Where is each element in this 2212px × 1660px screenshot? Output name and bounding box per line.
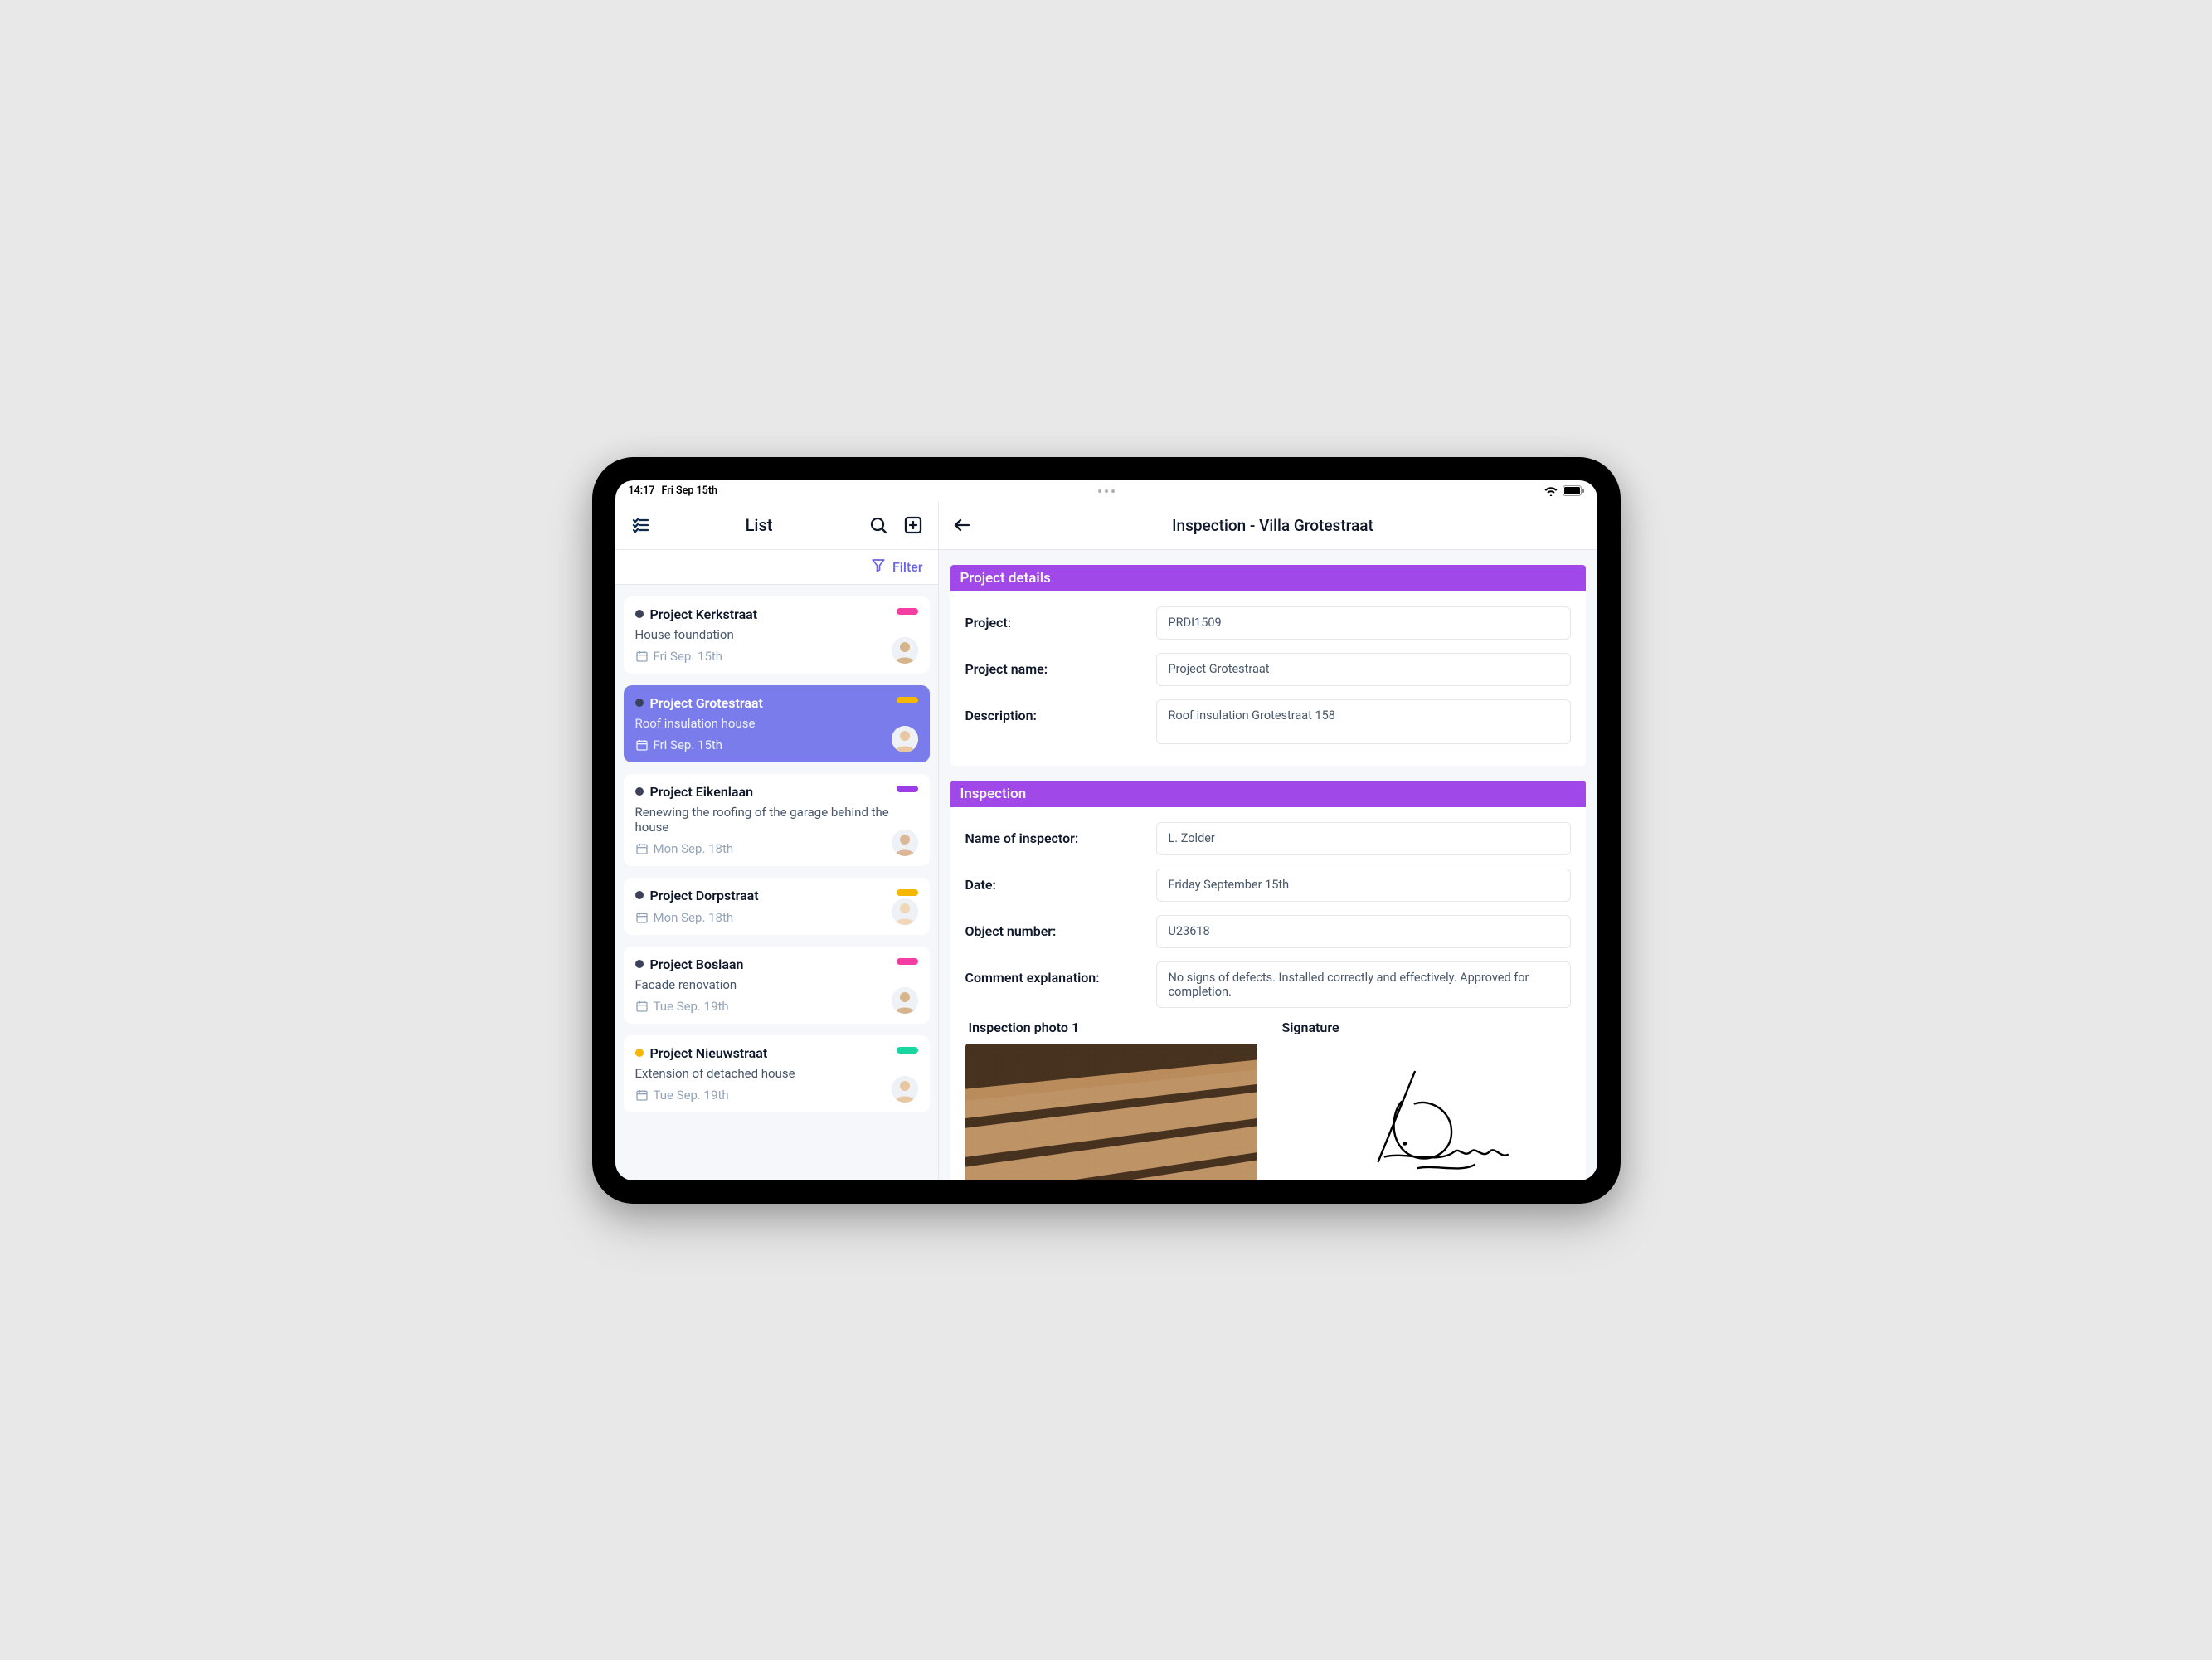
list-item-date: Tue Sep. 19th [654, 1088, 729, 1103]
status-dot-icon [635, 610, 644, 618]
value-inspector[interactable]: L. Zolder [1156, 822, 1571, 855]
search-icon[interactable] [865, 512, 892, 538]
tag-pill-icon [897, 958, 918, 965]
left-panel: List Filter Project Kerkstraat House foun… [615, 502, 939, 1180]
value-date[interactable]: Friday September 15th [1156, 869, 1571, 902]
tag-pill-icon [897, 889, 918, 896]
list-item-title: Project Grotestraat [650, 695, 763, 711]
label-project-name: Project name: [965, 653, 1140, 677]
calendar-icon [635, 738, 649, 752]
value-comment[interactable]: No signs of defects. Installed correctly… [1156, 961, 1571, 1008]
section-header-project-details: Project details [950, 565, 1586, 591]
tag-pill-icon [897, 1047, 918, 1054]
list-item-date-row: Fri Sep. 15th [635, 649, 918, 664]
label-photo: Inspection photo 1 [965, 1020, 1257, 1035]
tablet-frame: 14:17 Fri Sep 15th [592, 457, 1621, 1204]
detail-header: Inspection - Villa Grotestraat [939, 502, 1597, 550]
status-time: 14:17 [629, 484, 655, 497]
avatar [892, 830, 918, 856]
tag-pill-icon [897, 608, 918, 615]
project-list-item[interactable]: Project Dorpstraat Mon Sep. 18th [624, 878, 930, 935]
avatar [892, 987, 918, 1014]
list-item-date: Tue Sep. 19th [654, 999, 729, 1014]
section-inspection: Name of inspector: L. Zolder Date: Frida… [950, 807, 1586, 1180]
list-item-title: Project Kerkstraat [650, 606, 758, 622]
list-item-title: Project Eikenlaan [650, 784, 754, 800]
list-item-date: Fri Sep. 15th [654, 738, 723, 752]
avatar [892, 637, 918, 664]
list-item-date: Mon Sep. 18th [654, 910, 734, 925]
status-date: Fri Sep 15th [661, 484, 717, 497]
project-list-item[interactable]: Project Boslaan Facade renovation Tue Sep.… [624, 947, 930, 1024]
list-item-title: Project Boslaan [650, 957, 744, 972]
status-dot-icon [635, 960, 644, 968]
wifi-icon [1544, 486, 1558, 496]
left-panel-title: List [662, 515, 857, 535]
list-item-date-row: Tue Sep. 19th [635, 1088, 918, 1103]
section-project-details: Project: PRDI1509 Project name: Project … [950, 591, 1586, 766]
menu-list-icon[interactable] [627, 512, 654, 538]
label-signature: Signature [1279, 1020, 1571, 1035]
calendar-icon [635, 650, 649, 663]
tag-pill-icon [897, 786, 918, 792]
calendar-icon [635, 911, 649, 924]
signature-image[interactable] [1279, 1044, 1571, 1180]
label-inspector: Name of inspector: [965, 822, 1140, 846]
tablet-screen: 14:17 Fri Sep 15th [615, 480, 1597, 1180]
filter-label: Filter [892, 559, 923, 575]
project-list-item[interactable]: Project Eikenlaan Renewing the roofing of… [624, 774, 930, 866]
list-item-subtitle: Renewing the roofing of the garage behin… [635, 805, 918, 835]
avatar [892, 1076, 918, 1103]
battery-icon [1563, 485, 1584, 496]
list-item-subtitle: Roof insulation house [635, 716, 918, 731]
filter-icon [871, 557, 886, 576]
status-dot-icon [635, 787, 644, 796]
label-comment: Comment explanation: [965, 961, 1140, 986]
status-dot-icon [635, 699, 644, 707]
section-header-inspection: Inspection [950, 781, 1586, 807]
list-item-title: Project Dorpstraat [650, 888, 759, 903]
filter-button[interactable]: Filter [615, 550, 938, 585]
label-object-number: Object number: [965, 915, 1140, 939]
project-list-item[interactable]: Project Nieuwstraat Extension of detached… [624, 1035, 930, 1112]
label-date: Date: [965, 869, 1140, 893]
value-description[interactable]: Roof insulation Grotestraat 158 [1156, 699, 1571, 744]
status-dot-icon [635, 1049, 644, 1057]
list-item-date-row: Mon Sep. 18th [635, 841, 918, 856]
status-dot-icon [635, 891, 644, 899]
list-item-title: Project Nieuwstraat [650, 1045, 768, 1061]
value-project-name[interactable]: Project Grotestraat [1156, 653, 1571, 686]
inspection-photo[interactable] [965, 1044, 1257, 1180]
list-item-date-row: Tue Sep. 19th [635, 999, 918, 1014]
left-panel-header: List [615, 502, 938, 550]
avatar [892, 898, 918, 925]
avatar [892, 726, 918, 752]
project-list-item[interactable]: Project Grotestraat Roof insulation house… [624, 685, 930, 762]
list-item-date: Fri Sep. 15th [654, 649, 723, 664]
list-item-date-row: Mon Sep. 18th [635, 910, 918, 925]
list-item-date: Mon Sep. 18th [654, 841, 734, 856]
calendar-icon [635, 1000, 649, 1013]
label-description: Description: [965, 699, 1140, 723]
project-list-item[interactable]: Project Kerkstraat House foundation Fri Se… [624, 596, 930, 674]
label-project: Project: [965, 606, 1140, 630]
list-item-subtitle: Facade renovation [635, 977, 918, 992]
calendar-icon [635, 1088, 649, 1102]
tag-pill-icon [897, 697, 918, 703]
status-bar: 14:17 Fri Sep 15th [615, 480, 1597, 502]
list-item-subtitle: Extension of detached house [635, 1066, 918, 1081]
back-button[interactable] [952, 515, 975, 535]
detail-panel: Inspection - Villa Grotestraat Project d… [939, 502, 1597, 1180]
list-item-subtitle: House foundation [635, 627, 918, 642]
detail-title: Inspection - Villa Grotestraat [985, 516, 1584, 535]
value-project[interactable]: PRDI1509 [1156, 606, 1571, 640]
value-object-number[interactable]: U23618 [1156, 915, 1571, 948]
project-list[interactable]: Project Kerkstraat House foundation Fri Se… [615, 585, 938, 1180]
calendar-icon [635, 842, 649, 855]
multitasking-dots-icon[interactable] [1098, 489, 1115, 493]
list-item-date-row: Fri Sep. 15th [635, 738, 918, 752]
add-icon[interactable] [900, 512, 926, 538]
